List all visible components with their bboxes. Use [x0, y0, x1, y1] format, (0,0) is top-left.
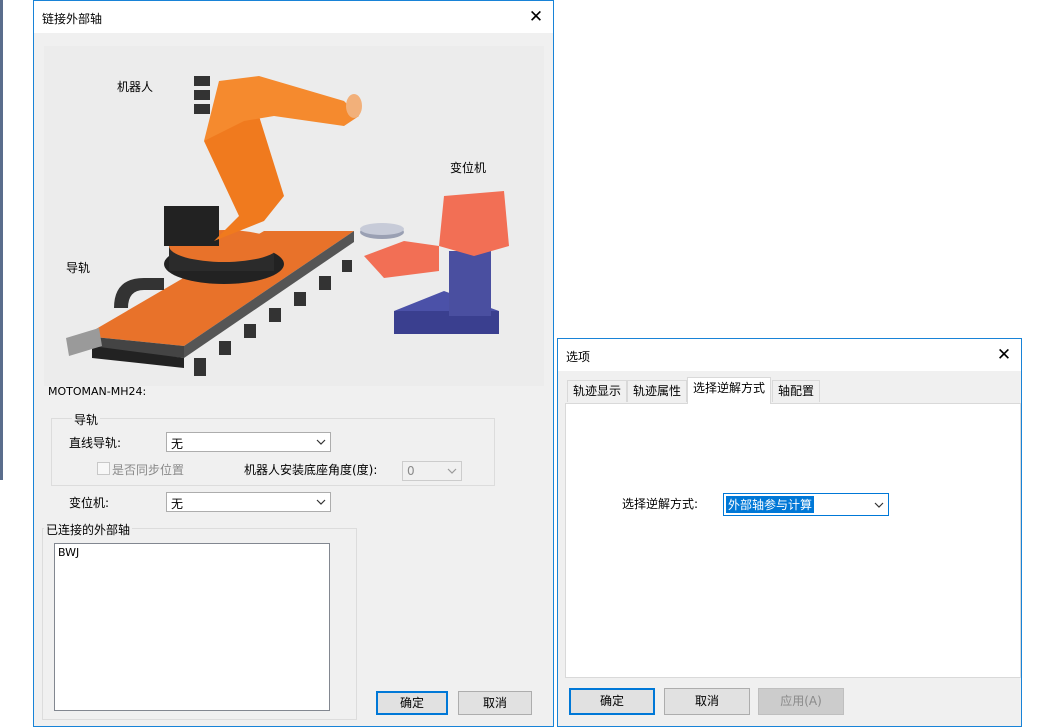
chevron-down-icon — [316, 499, 326, 505]
options-ok-button[interactable]: 确定 — [569, 688, 655, 715]
options-cancel-button[interactable]: 取消 — [664, 688, 750, 715]
options-title: 选项 — [566, 350, 591, 364]
chevron-down-icon — [874, 502, 884, 508]
positioner-label: 变位机: — [69, 496, 110, 510]
rail-image-label: 导轨 — [66, 261, 91, 275]
rail-group-legend: 导轨 — [72, 411, 101, 428]
solve-method-value: 外部轴参与计算 — [726, 496, 815, 513]
link-external-axis-dialog: 链接外部轴 ✕ 机器人 变位机 导轨 MOTOMAN-MH24: 导轨 直线导轨… — [33, 0, 554, 727]
chevron-down-icon — [316, 439, 326, 445]
close-icon[interactable]: ✕ — [987, 339, 1021, 371]
connected-axes-legend: 已连接的外部轴 — [44, 521, 133, 538]
robot-model-label: MOTOMAN-MH24: — [48, 385, 147, 398]
cancel-button[interactable]: 取消 — [458, 691, 532, 715]
sync-checkbox[interactable] — [97, 462, 110, 475]
options-titlebar: 选项 ✕ — [558, 339, 1021, 371]
robot-label: 机器人 — [117, 80, 154, 94]
background-window-edge — [0, 0, 3, 480]
tab-panel — [565, 403, 1021, 678]
linear-rail-value: 无 — [171, 437, 184, 451]
chevron-down-icon — [447, 468, 457, 474]
dialog-titlebar: 链接外部轴 ✕ — [34, 1, 553, 33]
dialog-title: 链接外部轴 — [42, 12, 103, 26]
tab-trajectory-display[interactable]: 轨迹显示 — [567, 380, 628, 402]
tab-trajectory-properties[interactable]: 轨迹属性 — [627, 380, 688, 402]
robot-illustration — [44, 46, 544, 386]
sync-label: 是否同步位置 — [112, 463, 185, 477]
options-apply-button[interactable]: 应用(A) — [758, 688, 844, 715]
linear-rail-select[interactable]: 无 — [166, 432, 331, 452]
solve-method-select[interactable]: 外部轴参与计算 — [723, 493, 889, 516]
list-item[interactable]: BWJ — [58, 546, 79, 559]
solve-method-label: 选择逆解方式: — [622, 497, 699, 511]
connected-axes-list[interactable]: BWJ — [54, 543, 330, 711]
positioner-value: 无 — [171, 497, 184, 511]
tab-inverse-solution[interactable]: 选择逆解方式 — [687, 377, 772, 404]
linear-rail-label: 直线导轨: — [69, 436, 122, 450]
tab-axis-config[interactable]: 轴配置 — [772, 380, 821, 402]
base-angle-label: 机器人安装底座角度(度): — [244, 463, 378, 477]
ok-button[interactable]: 确定 — [376, 691, 448, 715]
positioner-select[interactable]: 无 — [166, 492, 331, 512]
base-angle-value: 0 — [407, 464, 415, 478]
positioner-image-label: 变位机 — [450, 161, 487, 175]
base-angle-select[interactable]: 0 — [402, 461, 462, 481]
close-icon[interactable]: ✕ — [519, 1, 553, 33]
